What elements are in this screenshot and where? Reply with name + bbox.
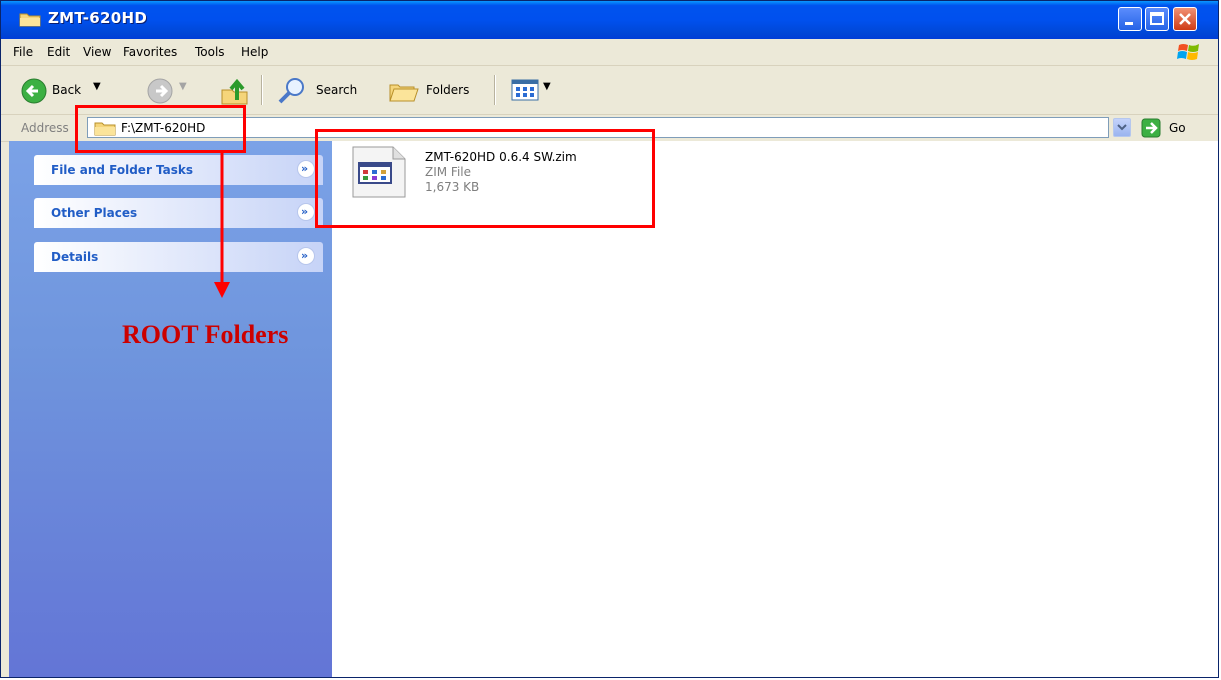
toolbar-separator	[494, 75, 496, 105]
menu-tools[interactable]: Tools	[195, 45, 225, 59]
close-button[interactable]	[1173, 7, 1197, 31]
menu-help[interactable]: Help	[241, 45, 268, 59]
minimize-button[interactable]	[1118, 7, 1142, 31]
address-dropdown-button[interactable]	[1113, 118, 1131, 137]
views-dropdown-icon[interactable]: ▼	[543, 81, 551, 92]
close-icon	[1179, 13, 1191, 25]
forward-arrow-icon[interactable]	[147, 78, 173, 104]
search-icon[interactable]	[276, 76, 306, 106]
annotation-label: ROOT Folders	[122, 320, 289, 349]
folders-button[interactable]: Folders	[426, 83, 469, 97]
menu-edit[interactable]: Edit	[47, 45, 70, 59]
go-label: Go	[1169, 121, 1186, 135]
title-bar[interactable]: ZMT-620HD	[1, 1, 1218, 39]
chevron-down-icon	[1117, 124, 1127, 131]
file-highlight-box	[315, 129, 655, 228]
go-arrow-icon	[1141, 118, 1161, 138]
panel-file-folder-tasks[interactable]: File and Folder Tasks »	[34, 155, 323, 185]
search-button[interactable]: Search	[316, 83, 357, 97]
address-highlight-box	[75, 105, 246, 153]
window-title: ZMT-620HD	[48, 9, 148, 27]
maximize-icon	[1150, 12, 1164, 25]
menu-view[interactable]: View	[83, 45, 111, 59]
minimize-icon	[1125, 22, 1133, 25]
folder-icon	[19, 13, 41, 27]
annotation-arrow	[214, 152, 230, 298]
forward-dropdown-icon[interactable]: ▼	[179, 81, 187, 92]
toolbar-separator	[261, 75, 263, 105]
folder-up-icon[interactable]	[220, 76, 250, 106]
panel-title: File and Folder Tasks	[51, 163, 194, 177]
maximize-button[interactable]	[1145, 7, 1169, 31]
back-button[interactable]: Back	[52, 83, 81, 97]
menu-bar: File Edit View Favorites Tools Help	[1, 39, 1218, 66]
panel-other-places[interactable]: Other Places »	[34, 198, 323, 228]
task-pane: File and Folder Tasks » Other Places » D…	[9, 141, 332, 677]
menu-favorites[interactable]: Favorites	[123, 45, 177, 59]
address-label: Address	[21, 121, 69, 135]
panel-title: Details	[51, 250, 99, 264]
go-button[interactable]: Go	[1141, 118, 1205, 138]
expand-chevron-icon[interactable]: »	[297, 160, 315, 178]
back-dropdown-icon[interactable]: ▼	[93, 81, 101, 92]
panel-title: Other Places	[51, 206, 138, 220]
views-icon[interactable]	[511, 79, 541, 101]
windows-logo-icon	[1177, 44, 1199, 60]
menu-file[interactable]: File	[13, 45, 33, 59]
expand-chevron-icon[interactable]: »	[297, 203, 315, 221]
folders-icon[interactable]	[388, 77, 420, 105]
back-arrow-icon[interactable]	[21, 78, 47, 104]
panel-details[interactable]: Details »	[34, 242, 323, 272]
expand-chevron-icon[interactable]: »	[297, 247, 315, 265]
